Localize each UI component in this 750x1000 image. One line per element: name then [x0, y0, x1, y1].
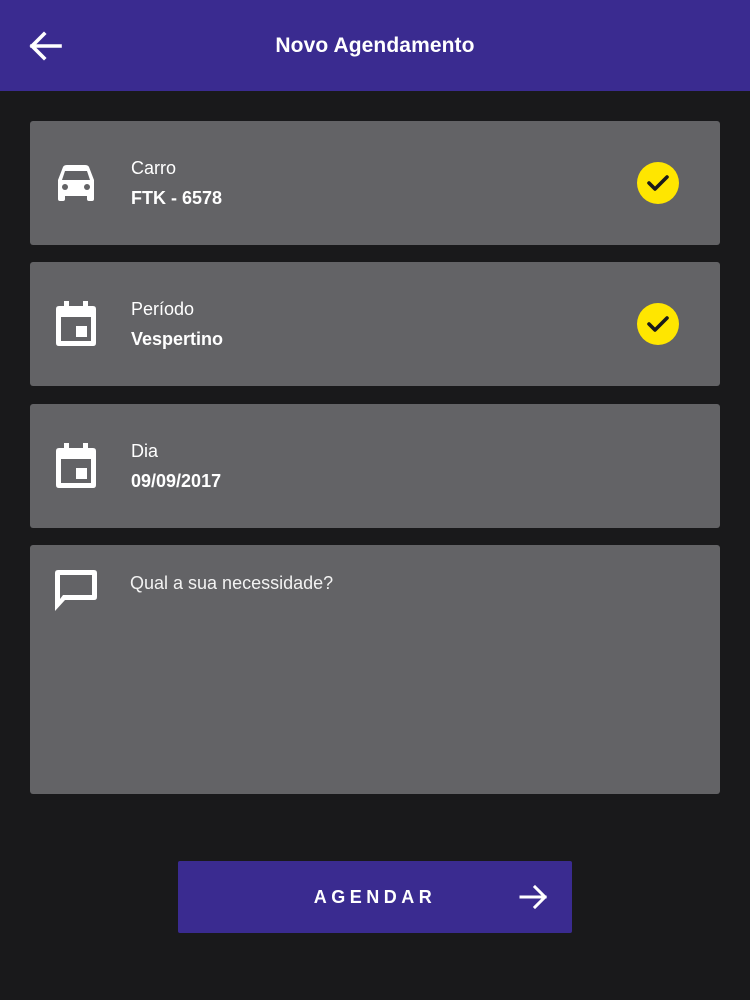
needs-input[interactable]	[130, 573, 690, 773]
app-bar: Novo Agendamento	[0, 0, 750, 91]
schedule-button-label: AGENDAR	[313, 887, 437, 907]
comment-icon	[52, 567, 100, 615]
day-field-label: Dia	[131, 441, 159, 461]
car-field-label: Carro	[131, 158, 177, 178]
check-icon	[637, 162, 679, 204]
day-field[interactable]: Dia 09/09/2017	[30, 404, 720, 528]
period-field-value: Vespertino	[131, 329, 224, 349]
calendar-icon	[52, 300, 100, 348]
period-field-label: Período	[131, 299, 195, 319]
arrow-left-icon	[29, 31, 62, 61]
period-field[interactable]: Período Vespertino	[30, 262, 720, 386]
car-field-value: FTK - 6578	[131, 188, 223, 208]
day-field-value: 09/09/2017	[131, 471, 222, 491]
calendar-icon	[52, 442, 100, 490]
car-icon	[52, 159, 100, 207]
check-icon	[637, 303, 679, 345]
page-title: Novo Agendamento	[275, 33, 475, 57]
schedule-button[interactable]: AGENDAR	[178, 861, 572, 933]
arrow-right-icon	[519, 884, 548, 910]
back-button[interactable]	[22, 23, 68, 69]
needs-field	[30, 545, 720, 794]
car-field[interactable]: Carro FTK - 6578	[30, 121, 720, 245]
